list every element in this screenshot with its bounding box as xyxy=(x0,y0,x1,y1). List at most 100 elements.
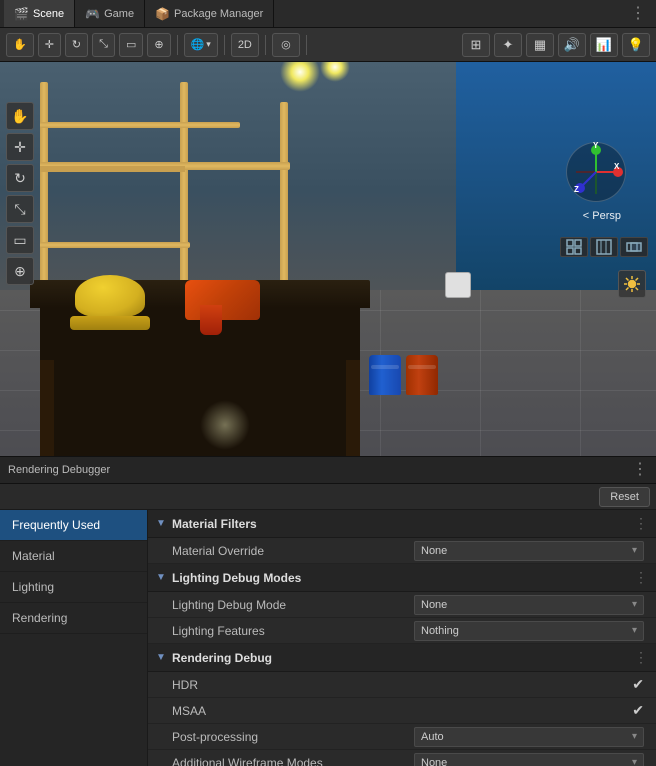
material-filters-section-header[interactable]: ▼ Material Filters ⋮ xyxy=(148,510,656,538)
rendering-debug-menu-button[interactable]: ⋮ xyxy=(634,649,648,666)
wireframe-modes-dropdown[interactable]: None ▾ xyxy=(414,753,644,766)
msaa-row: MSAA ✔ xyxy=(148,698,656,724)
power-tool xyxy=(175,275,265,335)
sidebar-item-rendering[interactable]: Rendering xyxy=(0,603,147,634)
panel-title: Rendering Debugger xyxy=(8,464,632,476)
display-icon: ▦ xyxy=(534,37,546,53)
rendering-debug-title: Rendering Debug xyxy=(172,651,630,665)
lighting-debug-mode-row: Lighting Debug Mode None ▾ xyxy=(148,592,656,618)
lighting-features-row: Lighting Features Nothing ▾ xyxy=(148,618,656,644)
transform-tool-button[interactable]: ⊕ xyxy=(147,33,170,57)
look-around-button[interactable]: ✛ xyxy=(6,133,34,161)
focus-button[interactable]: ▭ xyxy=(6,226,34,254)
effects-button[interactable]: ✦ xyxy=(494,33,522,57)
tab-bar-menu-button[interactable]: ⋮ xyxy=(624,6,652,22)
audio-icon: 🔊 xyxy=(564,37,580,53)
2d-label: 2D xyxy=(238,39,252,51)
workbench-leg-left xyxy=(40,360,54,460)
lighting-debug-mode-label: Lighting Debug Mode xyxy=(172,598,414,612)
scale-icon: ⤡ xyxy=(99,38,108,51)
spotlight-floor xyxy=(200,400,250,450)
scale-tool-button[interactable]: ⤡ xyxy=(92,33,115,57)
lighting-features-dropdown-value: Nothing xyxy=(421,625,459,637)
stats-icon: 📊 xyxy=(596,37,612,53)
selection-button[interactable]: ⊕ xyxy=(6,257,34,285)
tab-package-manager[interactable]: 📦 Package Manager xyxy=(145,0,274,27)
lighting-debug-section-header[interactable]: ▼ Lighting Debug Modes ⋮ xyxy=(148,564,656,592)
orbit-button[interactable]: ↻ xyxy=(6,164,34,192)
globe-icon: 🌐 xyxy=(191,38,205,51)
persp-icon: ◎ xyxy=(281,38,291,51)
hdr-checkmark[interactable]: ✔ xyxy=(632,676,644,693)
persp-label: < Persp xyxy=(583,210,621,222)
look-icon: ✛ xyxy=(14,139,26,156)
tab-bar: 🎬 Scene 🎮 Game 📦 Package Manager ⋮ xyxy=(0,0,656,28)
shading-button[interactable] xyxy=(590,237,618,257)
move-tool-button[interactable]: ✛ xyxy=(38,33,61,57)
zoom-icon: ⤡ xyxy=(14,201,25,218)
zoom-button[interactable]: ⤡ xyxy=(6,195,34,223)
sidebar-item-frequently-used[interactable]: Frequently Used xyxy=(0,510,147,541)
tab-game-label: Game xyxy=(104,8,134,20)
material-filters-menu-button[interactable]: ⋮ xyxy=(634,515,648,532)
viewport[interactable]: X Y Z < Persp xyxy=(0,62,656,490)
grid-toggle-button[interactable] xyxy=(560,237,588,257)
axis-svg: X Y Z xyxy=(566,142,626,202)
reset-button[interactable]: Reset xyxy=(599,487,650,507)
tab-scene-label: Scene xyxy=(33,8,64,20)
post-processing-dropdown[interactable]: Auto ▾ xyxy=(414,727,644,747)
rect-icon: ▭ xyxy=(126,38,136,51)
bottom-panel: Rendering Debugger ⋮ Reset Frequently Us… xyxy=(0,456,656,766)
vfx-button[interactable]: 💡 xyxy=(622,33,650,57)
sun-button[interactable] xyxy=(618,270,646,298)
separator-2 xyxy=(224,35,225,55)
material-override-dropdown[interactable]: None ▾ xyxy=(414,541,644,561)
separator-4 xyxy=(306,35,307,55)
svg-text:Y: Y xyxy=(593,142,599,150)
globe-button[interactable]: 🌐 ▾ xyxy=(184,33,218,57)
move-icon: ✛ xyxy=(45,38,54,51)
tab-package-label: Package Manager xyxy=(174,8,263,20)
audio-button[interactable]: 🔊 xyxy=(558,33,586,57)
rect-tool-button[interactable]: ▭ xyxy=(119,33,143,57)
stats-button[interactable]: 📊 xyxy=(590,33,618,57)
msaa-checkmark[interactable]: ✔ xyxy=(632,702,644,719)
display-button[interactable]: ▦ xyxy=(526,33,554,57)
overlay-button[interactable] xyxy=(620,237,648,257)
panel-menu-button[interactable]: ⋮ xyxy=(632,462,648,478)
tab-scene[interactable]: 🎬 Scene xyxy=(4,0,75,27)
separator-3 xyxy=(265,35,266,55)
pan-icon: ✋ xyxy=(11,108,28,125)
focus-icon: ▭ xyxy=(13,232,26,249)
orbit-icon: ↻ xyxy=(14,170,26,187)
wireframe-modes-arrow: ▾ xyxy=(632,757,637,766)
sun-icon xyxy=(623,275,641,293)
orientation-cube[interactable] xyxy=(445,272,471,298)
barrel-2 xyxy=(406,355,438,395)
view-pan-button[interactable]: ✋ xyxy=(6,102,34,130)
hand-tool-button[interactable]: ✋ xyxy=(6,33,34,57)
rotate-tool-button[interactable]: ↻ xyxy=(65,33,88,57)
sidebar-item-lighting[interactable]: Lighting xyxy=(0,572,147,603)
sidebar-item-material[interactable]: Material xyxy=(0,541,147,572)
package-icon: 📦 xyxy=(155,7,170,21)
lighting-debug-arrow-icon: ▼ xyxy=(156,572,168,583)
lighting-debug-mode-dropdown[interactable]: None ▾ xyxy=(414,595,644,615)
lighting-debug-menu-button[interactable]: ⋮ xyxy=(634,569,648,586)
game-icon: 🎮 xyxy=(85,7,100,21)
lighting-features-dropdown[interactable]: Nothing ▾ xyxy=(414,621,644,641)
vfx-icon: 💡 xyxy=(628,37,644,53)
material-filters-arrow-icon: ▼ xyxy=(156,518,168,529)
hdr-label: HDR xyxy=(172,678,632,692)
persp-button[interactable]: ◎ xyxy=(272,33,300,57)
layers-icon: ⊞ xyxy=(471,37,482,53)
tab-game[interactable]: 🎮 Game xyxy=(75,0,145,27)
panel-content: Frequently Used Material Lighting Render… xyxy=(0,510,656,766)
workbench-leg-right xyxy=(346,360,360,460)
layers-button[interactable]: ⊞ xyxy=(462,33,490,57)
material-override-label: Material Override xyxy=(172,544,414,558)
hdr-row: HDR ✔ xyxy=(148,672,656,698)
2d-toggle-button[interactable]: 2D xyxy=(231,33,259,57)
material-override-value: None ▾ xyxy=(414,541,644,561)
rendering-debug-section-header[interactable]: ▼ Rendering Debug ⋮ xyxy=(148,644,656,672)
